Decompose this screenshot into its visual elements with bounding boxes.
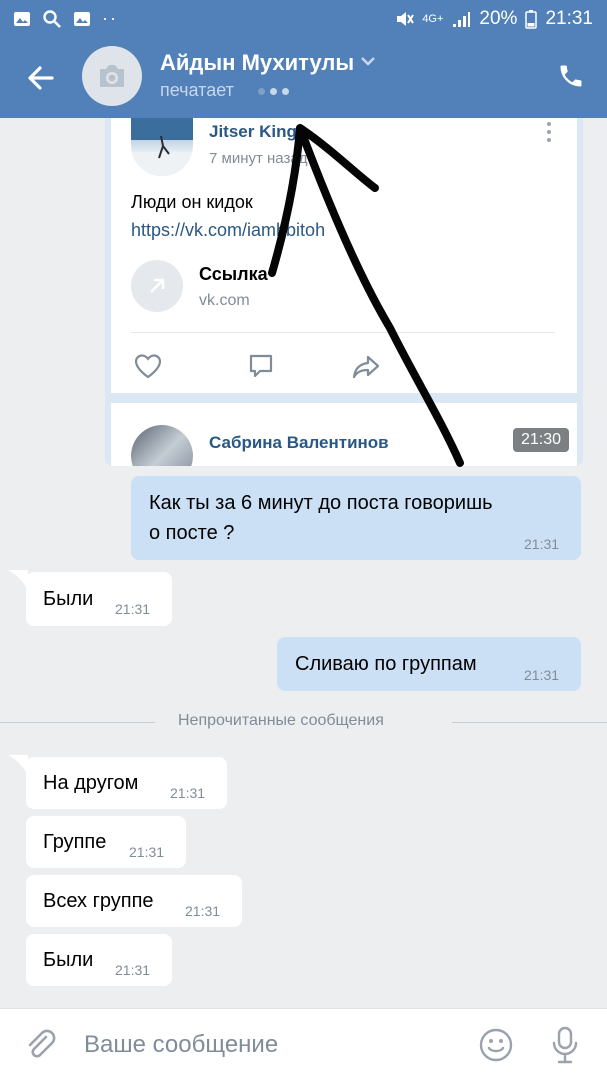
link-domain: vk.com <box>199 292 250 309</box>
network-type: 4G+ <box>422 13 444 25</box>
message-text: Были <box>43 588 94 610</box>
incoming-message[interactable]: На другом 21:31 <box>26 757 227 809</box>
share-icon[interactable] <box>351 352 381 380</box>
search-icon <box>43 9 61 28</box>
outgoing-message[interactable]: Сливаю по группам 21:31 <box>277 637 581 691</box>
message-time: 21:31 <box>185 903 221 919</box>
message-time: 21:31 <box>115 962 151 978</box>
message-time: 21:30 <box>513 428 570 452</box>
chevron-down-icon[interactable] <box>360 56 376 66</box>
incoming-message[interactable]: Всех группе 21:31 <box>26 875 242 927</box>
typing-status: печатает <box>160 80 234 100</box>
battery-level: 20% <box>479 8 518 29</box>
avatar[interactable] <box>82 46 142 106</box>
bubble-tail <box>8 570 28 590</box>
message-composer <box>0 1008 607 1080</box>
back-arrow-icon[interactable] <box>22 60 62 96</box>
message-text: Как ты за 6 минут до поста говоришь <box>149 492 493 514</box>
typing-indicator <box>258 88 289 95</box>
message-list[interactable]: Jitser King 7 минут назад Люди он кидок … <box>0 118 607 1008</box>
smile-icon[interactable] <box>478 1027 514 1063</box>
message-text: Сливаю по группам <box>295 653 477 675</box>
post-divider <box>131 332 555 333</box>
post-author[interactable]: Сабрина Валентинов <box>209 433 389 453</box>
phone-icon[interactable] <box>557 62 585 90</box>
message-time: 21:31 <box>170 785 206 801</box>
battery-icon <box>525 10 538 29</box>
message-text: Группе <box>43 831 107 853</box>
forwarded-post-2[interactable]: Сабрина Валентинов <box>111 403 577 466</box>
post-author-avatar[interactable] <box>131 425 193 466</box>
post-text: Люди он кидок <box>131 192 253 212</box>
link-arrow-icon[interactable] <box>131 260 183 312</box>
message-time: 21:31 <box>524 667 560 683</box>
chat-header: Айдын Мухитулы печатает <box>0 38 607 118</box>
status-bar: ·· 4G+ 20% 21:31 <box>0 0 607 38</box>
message-text: о посте ? <box>149 522 235 544</box>
bubble-tail <box>8 755 28 775</box>
unread-divider: Непрочитанные сообщения <box>0 710 607 734</box>
forwarded-post[interactable]: Jitser King 7 минут назад Люди он кидок … <box>111 118 577 393</box>
forwarded-message[interactable]: Jitser King 7 минут назад Люди он кидок … <box>105 118 583 466</box>
post-author-avatar[interactable] <box>131 118 193 176</box>
more-dots-icon: ·· <box>102 8 118 28</box>
incoming-message[interactable]: Группе 21:31 <box>26 816 186 868</box>
signal-icon <box>453 12 471 27</box>
message-time: 21:31 <box>129 844 165 860</box>
post-link[interactable]: https://vk.com/iamhbitoh <box>131 220 325 241</box>
like-icon[interactable] <box>133 352 163 380</box>
post-menu-icon[interactable] <box>547 122 553 146</box>
camera-icon <box>100 65 124 87</box>
outgoing-message[interactable]: Как ты за 6 минут до поста говоришь о по… <box>131 476 581 560</box>
message-time: 21:31 <box>524 536 560 552</box>
message-text: На другом <box>43 772 139 794</box>
message-text: Всех группе <box>43 890 154 912</box>
message-text: Были <box>43 949 94 971</box>
contact-name[interactable]: Айдын Мухитулы <box>160 50 354 76</box>
link-title[interactable]: Ссылка <box>199 264 268 285</box>
mute-icon <box>397 12 415 26</box>
image-icon <box>74 11 90 26</box>
post-time: 7 минут назад <box>209 150 308 167</box>
comment-icon[interactable] <box>247 352 275 380</box>
incoming-message[interactable]: Были 21:31 <box>26 572 172 626</box>
message-input[interactable] <box>84 1027 444 1063</box>
incoming-message[interactable]: Были 21:31 <box>26 934 172 986</box>
gallery-icon <box>14 11 30 26</box>
attach-icon[interactable] <box>22 1027 58 1063</box>
post-author[interactable]: Jitser King <box>209 122 297 142</box>
clock: 21:31 <box>545 8 593 29</box>
unread-divider-label: Непрочитанные сообщения <box>178 712 384 729</box>
mic-icon[interactable] <box>550 1025 580 1065</box>
message-time: 21:31 <box>115 601 151 617</box>
